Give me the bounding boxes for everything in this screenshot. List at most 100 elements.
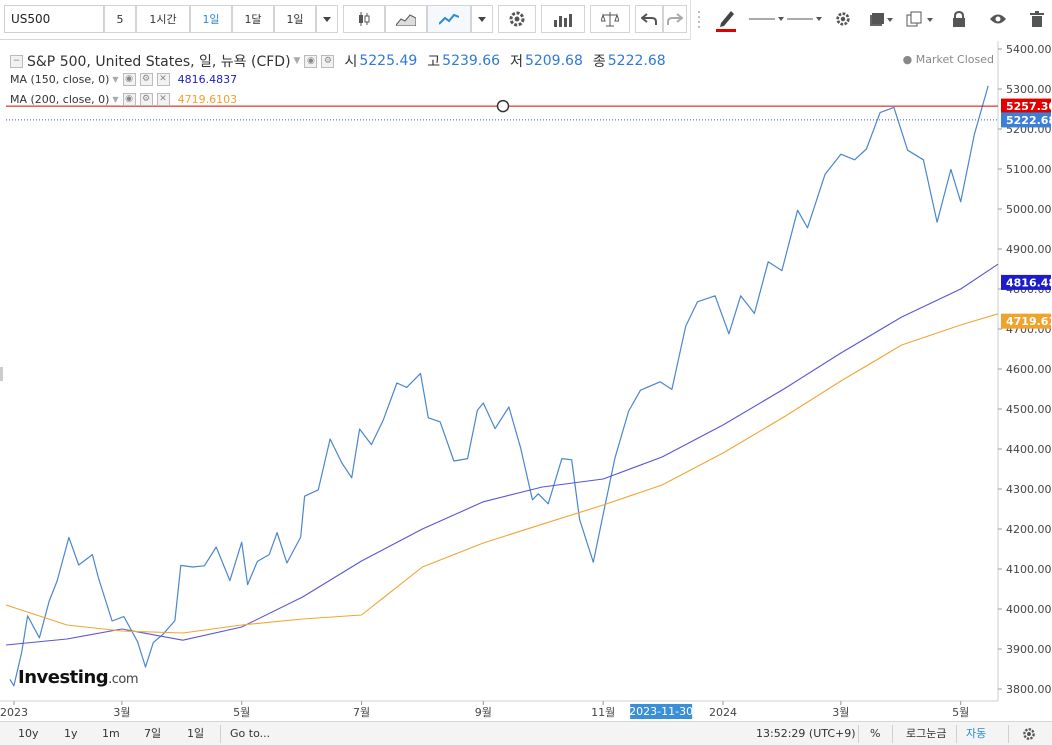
interval-label: 1일 (202, 13, 220, 26)
legend-main: − S&P 500, United States, 일, 뉴욕 (CFD) ▼ … (10, 51, 666, 71)
range-1y-button[interactable]: 1y (60, 725, 82, 743)
low-value: 5209.68 (524, 53, 583, 69)
drag-handle-icon (698, 11, 700, 28)
range-10y-button[interactable]: 10y (14, 725, 43, 743)
settings-icon[interactable]: ⚙ (139, 73, 153, 86)
y-tick-label: 3900.00 (1006, 643, 1052, 656)
x-tick-label: 2024 (709, 706, 737, 719)
settings-icon[interactable]: ⚙ (139, 93, 153, 106)
line-style-icon (749, 17, 784, 21)
trash-button[interactable] (1025, 6, 1049, 32)
close-icon[interactable]: ✕ (156, 93, 170, 106)
x-tick-label: 5월 (233, 706, 250, 719)
percent-toggle[interactable]: % (866, 725, 884, 743)
price-axis-badge-label: 4816.48 (1006, 276, 1052, 289)
close-icon[interactable]: ✕ (156, 73, 170, 86)
chevron-down-icon (478, 16, 486, 22)
pencil-button[interactable] (711, 6, 741, 32)
line-chart-icon (439, 13, 459, 25)
y-tick-label: 5400.00 (1006, 43, 1052, 56)
layers-icon (870, 13, 893, 26)
line-chart-button[interactable] (427, 5, 471, 33)
settings-button[interactable] (498, 5, 536, 33)
interval-5-button[interactable]: 5 (104, 5, 136, 33)
eye-icon (990, 14, 1006, 24)
collapse-icon[interactable]: − (10, 54, 23, 68)
line-width-button[interactable] (787, 6, 823, 32)
clone-icon (906, 11, 933, 27)
y-tick-label: 4400.00 (1006, 443, 1052, 456)
chevron-down-icon[interactable]: ▼ (294, 56, 301, 66)
undo-icon (641, 13, 657, 25)
ma150-series-line (5, 263, 999, 646)
range-1d-button[interactable]: 1일 (183, 725, 208, 743)
bottom-bar: 10y 1y 1m 7일 1일 Go to... 13:52:29 (UTC+9… (0, 721, 1052, 745)
drag-handle[interactable] (695, 6, 703, 32)
range-1m-button[interactable]: 1m (98, 725, 124, 743)
redo-button[interactable] (663, 5, 687, 33)
auto-scale-toggle[interactable]: 자동 (962, 725, 990, 743)
area-chart-icon (396, 14, 416, 26)
bars-chart-icon (554, 14, 572, 27)
chart-type-dropdown[interactable] (471, 5, 493, 33)
goto-button[interactable]: Go to... (226, 725, 274, 743)
settings-icon[interactable]: ⚙ (321, 54, 335, 68)
market-status: ● Market Closed (902, 53, 994, 66)
y-tick-label: 5000.00 (1006, 203, 1052, 216)
horizontal-line-handle (496, 99, 510, 113)
interval-chevron-button[interactable] (316, 5, 338, 33)
eye-icon[interactable]: ◉ (304, 54, 318, 68)
interval-1m-button[interactable]: 1달 (232, 5, 274, 33)
compare-button[interactable] (590, 5, 630, 33)
x-tick-label: 9월 (475, 706, 492, 719)
trash-icon (1030, 11, 1044, 27)
chevron-down-icon (323, 16, 331, 22)
log-scale-toggle[interactable]: 로그눈금 (902, 725, 950, 743)
legend-ma200: MA (200, close, 0) ▼ ◉ ⚙ ✕ 4719.6103 (10, 93, 237, 106)
area-chart-button[interactable] (385, 5, 427, 33)
ma200-value: 4719.6103 (177, 93, 238, 106)
gear-icon (836, 12, 850, 26)
candlestick-button[interactable] (343, 5, 385, 33)
interval-1h-button[interactable]: 1시간 (136, 5, 190, 33)
symbol-input[interactable] (4, 5, 104, 33)
x-tick-label: 2023 (0, 706, 28, 719)
price-axis-badge-label: 5257.30 (1006, 100, 1052, 113)
indicators-button[interactable] (541, 5, 585, 33)
interval-dropdown-button[interactable]: 1일 (274, 5, 316, 33)
y-tick-label: 4200.00 (1006, 523, 1052, 536)
ma150-value: 4816.4837 (177, 73, 238, 86)
open-value: 5225.49 (359, 53, 418, 69)
chevron-down-icon[interactable]: ▼ (112, 75, 118, 84)
low-label: 저 (510, 54, 523, 70)
interval-label: 1달 (244, 13, 262, 26)
compare-icon (601, 12, 619, 27)
range-7d-button[interactable]: 7일 (140, 725, 165, 743)
chart-settings-button[interactable] (1018, 725, 1040, 743)
chart-app: 5 1시간 1일 1달 1일 (0, 0, 1052, 745)
price-chart[interactable]: 3800.00 3900.00 4000.00 4100.00 4200.00 4300.… (0, 41, 1052, 721)
high-label: 고 (427, 54, 441, 70)
visibility-button[interactable] (985, 6, 1011, 32)
open-label: 시 (344, 54, 358, 70)
line-style-button[interactable] (749, 6, 785, 32)
pencil-icon (716, 11, 736, 32)
chevron-down-icon[interactable]: ▼ (112, 95, 118, 104)
interval-1d-button[interactable]: 1일 (190, 5, 232, 33)
eye-icon[interactable]: ◉ (122, 93, 136, 106)
eye-icon[interactable]: ◉ (122, 73, 136, 86)
left-scroll-handle (0, 367, 3, 381)
lock-button[interactable] (947, 6, 971, 32)
time-axis-bg (0, 702, 1052, 721)
gear-icon (1023, 728, 1035, 740)
layers-button[interactable] (867, 6, 895, 32)
drawing-settings-button[interactable] (831, 6, 855, 32)
line-width-icon (787, 17, 822, 21)
drawing-toolbar (690, 0, 1052, 40)
ma200-series-line (5, 313, 999, 634)
clone-button[interactable] (905, 6, 935, 32)
lock-icon (953, 11, 965, 27)
logo-text: Investing (18, 667, 109, 688)
chart-area[interactable]: 3800.00 3900.00 4000.00 4100.00 4200.00 4300.… (0, 41, 1052, 721)
undo-button[interactable] (635, 5, 663, 33)
